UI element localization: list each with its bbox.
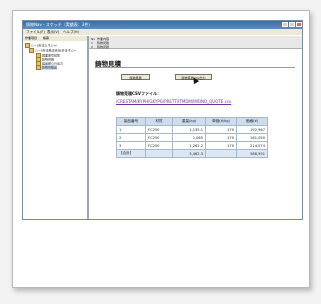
table-header-row: 製品番号 材質 重量(kg) 単価(¥/kg) 価格(¥) bbox=[116, 117, 268, 126]
title-divider bbox=[95, 67, 295, 68]
cell-price: 192,967 bbox=[236, 125, 268, 134]
tree-item-casting-estimate-out[interactable]: 鋳物見積出 bbox=[36, 65, 58, 70]
cell-total-material bbox=[145, 149, 173, 158]
folder-icon bbox=[29, 48, 34, 53]
csv-file-link[interactable]: /CRESTAM/KYPH/GKYPG/PRETTXTMDM/IMONO_QUO… bbox=[116, 99, 231, 104]
menu-bar: ファイル(F) 表示(V) ヘルプ(H) bbox=[23, 29, 302, 35]
cell-total-unit-price bbox=[205, 149, 237, 158]
cell-weight: 1,262.2 bbox=[172, 141, 206, 150]
screenshot-frame: 鋳物Nav - スケッチ（実績表：3件） ファイル(F) 表示(V) ヘルプ(H… bbox=[12, 10, 310, 288]
maximize-button[interactable] bbox=[289, 22, 295, 27]
cell-unit-price: 170 bbox=[205, 133, 237, 142]
col-material: 材質 bbox=[145, 117, 173, 126]
casting-estimate-button[interactable]: 鋳物見積 bbox=[121, 74, 150, 80]
task-row[interactable]: 鋳物見積 bbox=[97, 45, 109, 49]
window-title: 鋳物Nav - スケッチ（実績表：3件） bbox=[26, 22, 93, 27]
tab-forms[interactable]: 帳票 bbox=[43, 36, 49, 41]
cell-material: FC250 bbox=[145, 133, 173, 142]
cell-product-no: 1 bbox=[116, 125, 146, 134]
close-button[interactable] bbox=[296, 22, 302, 27]
cell-weight: 1,065 bbox=[172, 133, 206, 142]
cell-product-no: 3 bbox=[116, 141, 146, 150]
menu-help[interactable]: ヘルプ(H) bbox=[63, 29, 79, 35]
menu-file[interactable]: ファイル(F) bbox=[26, 29, 45, 35]
cell-material: FC250 bbox=[145, 141, 173, 150]
cell-total-label: 【合計】 bbox=[116, 149, 146, 158]
task-row-no: 2 bbox=[91, 44, 93, 49]
navigation-tree-pane: 作業項目 帳票 ○ーS外注1(ネジ)+ ○ーS外注受注状況(外注ネジ+ 図面番号… bbox=[23, 36, 89, 219]
csv-file-label: 鋳物見積CSVファイル： bbox=[116, 91, 161, 96]
content-pane: No 作業内容 1 鋳物見積 2 鋳物見積 鋳物見積 鋳物見積 鋳物見積CSV出… bbox=[89, 36, 302, 219]
table-row: 3 FC250 1,262.2 170 214,574 bbox=[116, 141, 268, 150]
cell-unit-price: 170 bbox=[205, 125, 237, 134]
app-window: 鋳物Nav - スケッチ（実績表：3件） ファイル(F) 表示(V) ヘルプ(H… bbox=[22, 20, 303, 220]
col-unit-price: 単価(¥/kg) bbox=[205, 117, 237, 126]
menu-view[interactable]: 表示(V) bbox=[47, 29, 59, 35]
col-product-no: 製品番号 bbox=[116, 117, 146, 126]
cell-total-price: 588,591 bbox=[236, 149, 268, 158]
estimate-table: 製品番号 材質 重量(kg) 単価(¥/kg) 価格(¥) 1 FC250 1,… bbox=[116, 117, 268, 158]
tab-work-items[interactable]: 作業項目 bbox=[25, 36, 37, 41]
col-weight: 重量(kg) bbox=[172, 117, 206, 126]
table-total-row: 【合計】 3,462.3 588,591 bbox=[116, 149, 268, 158]
window-titlebar: 鋳物Nav - スケッチ（実績表：3件） bbox=[23, 21, 302, 29]
pane-tabs: 作業項目 帳票 bbox=[23, 36, 87, 41]
cell-weight: 1,135.1 bbox=[172, 125, 206, 134]
cell-total-weight: 3,462.3 bbox=[172, 149, 206, 158]
document-icon bbox=[36, 65, 41, 70]
minimize-button[interactable] bbox=[282, 22, 288, 27]
cell-price: 214,574 bbox=[236, 141, 268, 150]
col-price: 価格(¥) bbox=[236, 117, 268, 126]
cell-unit-price: 170 bbox=[205, 141, 237, 150]
task-list-header: No 作業内容 1 鋳物見積 2 鋳物見積 bbox=[89, 36, 302, 49]
cell-price: 181,050 bbox=[236, 133, 268, 142]
cell-product-no: 2 bbox=[116, 133, 146, 142]
table-row: 2 FC250 1,065 170 181,050 bbox=[116, 133, 268, 142]
cell-material: FC250 bbox=[145, 125, 173, 134]
table-row: 1 FC250 1,135.1 170 192,967 bbox=[116, 125, 268, 134]
